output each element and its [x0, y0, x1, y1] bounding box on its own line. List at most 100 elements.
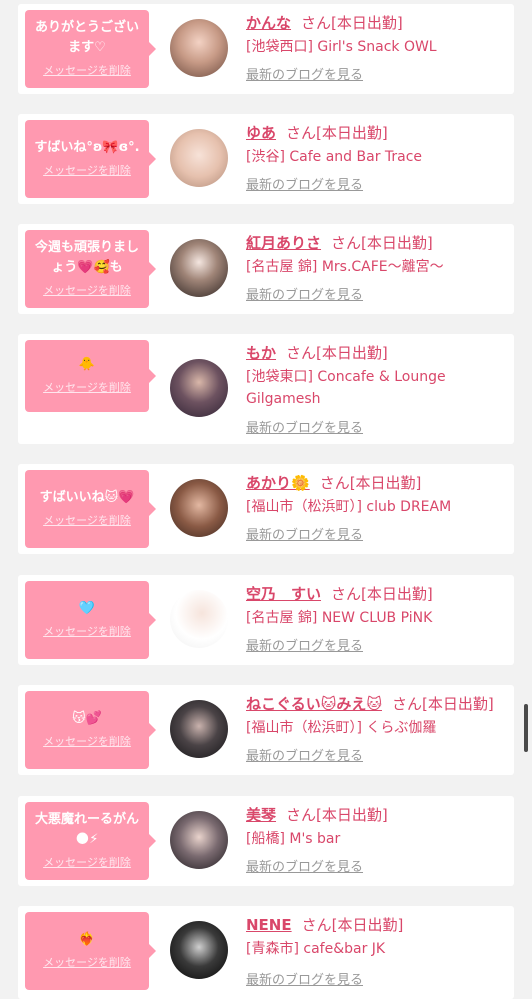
latest-blog-link[interactable]: 最新のブログを見る	[246, 287, 363, 305]
cast-name-link[interactable]: かんな	[246, 14, 291, 32]
message-text: 🩵	[78, 601, 96, 616]
latest-blog-link[interactable]: 最新のブログを見る	[246, 67, 363, 85]
message-card: 😽💕 メッセージを削除 ねこぐるい🐱みえ🐱 さん[本日出勤] [福山市（松浜町）]…	[18, 685, 514, 775]
san-label: さん	[331, 585, 362, 603]
message-bubble: ありがとうございます♡ メッセージを削除	[25, 10, 156, 88]
cast-info: ねこぐるい🐱みえ🐱 さん[本日出勤] [福山市（松浜町）] くらぶ伽羅	[246, 693, 506, 739]
cast-info: 美琴 さん[本日出勤] [船橋] M's bar	[246, 804, 506, 850]
cast-name-link[interactable]: もか	[246, 344, 276, 362]
cast-name-link[interactable]: あかり🌼	[246, 474, 310, 492]
message-bubble: 🩵 メッセージを削除	[25, 581, 156, 659]
status-label: [本日出勤]	[422, 695, 494, 713]
latest-blog-link[interactable]: 最新のブログを見る	[246, 177, 363, 195]
status-label: [本日出勤]	[331, 916, 404, 934]
cast-name-link[interactable]: NENE	[246, 916, 292, 934]
status-label: [本日出勤]	[316, 344, 388, 362]
delete-message-link[interactable]: メッセージを削除	[43, 735, 131, 749]
message-card: 今週も頑張りましょう💗🥰も メッセージを削除 紅月ありさ さん[本日出勤] [名古…	[18, 224, 514, 314]
delete-message-link[interactable]: メッセージを削除	[43, 64, 131, 78]
shop-text: [名古屋 錦] NEW CLUB PiNK	[246, 610, 433, 626]
status-label: [本日出勤]	[349, 474, 422, 492]
message-card: すばいいね🐱💗 メッセージを削除 あかり🌼 さん[本日出勤] [福山市（松浜町）]…	[18, 464, 514, 554]
delete-message-link[interactable]: メッセージを削除	[43, 856, 131, 870]
cast-info: NENE さん[本日出勤] [青森市] cafe&bar JK	[246, 914, 506, 960]
shop-text: [池袋西口] Girl's Snack OWL	[246, 39, 437, 55]
delete-message-link[interactable]: メッセージを削除	[43, 381, 131, 395]
message-card: 大悪魔れーるがん🌑⚡ メッセージを削除 美琴 さん[本日出勤] [船橋] M's …	[18, 796, 514, 886]
san-label: さん	[301, 14, 332, 32]
shop-text: [青森市] cafe&bar JK	[246, 941, 386, 957]
san-label: さん	[286, 806, 317, 824]
message-bubble: ❤️‍🔥 メッセージを削除	[25, 912, 156, 990]
shop-text: [渋谷] Cafe and Bar Trace	[246, 149, 423, 165]
avatar[interactable]	[170, 811, 228, 869]
message-card: ❤️‍🔥 メッセージを削除 NENE さん[本日出勤] [青森市] cafe&ba…	[18, 906, 514, 999]
avatar[interactable]	[170, 479, 228, 537]
status-label: [本日出勤]	[361, 585, 433, 603]
san-label: さん	[331, 234, 362, 252]
message-card: 🐥 メッセージを削除 もか さん[本日出勤] [池袋東口] Concafe & L…	[18, 334, 514, 444]
san-label: さん	[391, 695, 422, 713]
avatar[interactable]	[170, 359, 228, 417]
delete-message-link[interactable]: メッセージを削除	[43, 164, 131, 178]
message-text: 大悪魔れーるがん🌑⚡	[34, 812, 139, 847]
shop-text: [船橋] M's bar	[246, 831, 341, 847]
latest-blog-link[interactable]: 最新のブログを見る	[246, 420, 363, 438]
latest-blog-link[interactable]: 最新のブログを見る	[246, 638, 363, 656]
shop-text: [名古屋 錦] Mrs.CAFE～離宮～	[246, 259, 444, 275]
shop-text: [福山市（松浜町）] club DREAM	[246, 499, 452, 515]
status-label: [本日出勤]	[361, 234, 433, 252]
san-label: さん	[319, 474, 350, 492]
cast-info: あかり🌼 さん[本日出勤] [福山市（松浜町）] club DREAM	[246, 472, 506, 518]
latest-blog-link[interactable]: 最新のブログを見る	[246, 748, 363, 766]
avatar[interactable]	[170, 129, 228, 187]
message-card: すばいね°ʚ🎀ɞ°. メッセージを削除 ゆあ さん[本日出勤] [渋谷] Cafe…	[18, 114, 514, 204]
message-text: すばいね°ʚ🎀ɞ°.	[34, 140, 140, 155]
cast-name-link[interactable]: 空乃 すい	[246, 585, 321, 603]
message-text: 🐥	[78, 357, 96, 372]
message-text: すばいいね🐱💗	[39, 490, 135, 505]
scrollbar[interactable]	[524, 704, 528, 752]
cast-info: 空乃 すい さん[本日出勤] [名古屋 錦] NEW CLUB PiNK	[246, 583, 506, 629]
cast-info: ゆあ さん[本日出勤] [渋谷] Cafe and Bar Trace	[246, 122, 506, 168]
message-bubble: 😽💕 メッセージを削除	[25, 691, 156, 769]
message-text: 今週も頑張りましょう💗🥰も	[34, 240, 139, 275]
shop-text: [池袋東口] Concafe & Lounge Gilgamesh	[246, 369, 446, 407]
delete-message-link[interactable]: メッセージを削除	[43, 284, 131, 298]
status-label: [本日出勤]	[316, 806, 388, 824]
message-bubble: すばいね°ʚ🎀ɞ°. メッセージを削除	[25, 120, 156, 198]
message-card: ありがとうございます♡ メッセージを削除 かんな さん[本日出勤] [池袋西口] …	[18, 4, 514, 94]
cast-name-link[interactable]: ねこぐるい🐱みえ🐱	[246, 695, 382, 713]
cast-info: 紅月ありさ さん[本日出勤] [名古屋 錦] Mrs.CAFE～離宮～	[246, 232, 506, 278]
cast-info: もか さん[本日出勤] [池袋東口] Concafe & Lounge Gilga…	[246, 342, 506, 410]
cast-name-link[interactable]: ゆあ	[246, 124, 276, 142]
message-text: ❤️‍🔥	[78, 932, 96, 947]
message-text: ありがとうございます♡	[34, 20, 139, 55]
shop-text: [福山市（松浜町）] くらぶ伽羅	[246, 720, 437, 736]
cast-info: かんな さん[本日出勤] [池袋西口] Girl's Snack OWL	[246, 12, 506, 58]
message-card: 🩵 メッセージを削除 空乃 すい さん[本日出勤] [名古屋 錦] NEW CLU…	[18, 575, 514, 665]
avatar[interactable]	[170, 239, 228, 297]
cast-name-link[interactable]: 美琴	[246, 806, 276, 824]
delete-message-link[interactable]: メッセージを削除	[43, 625, 131, 639]
message-bubble: すばいいね🐱💗 メッセージを削除	[25, 470, 156, 548]
avatar[interactable]	[170, 700, 228, 758]
delete-message-link[interactable]: メッセージを削除	[43, 514, 131, 528]
avatar[interactable]	[170, 19, 228, 77]
status-label: [本日出勤]	[331, 14, 403, 32]
avatar[interactable]	[170, 590, 228, 648]
message-bubble: 大悪魔れーるがん🌑⚡ メッセージを削除	[25, 802, 156, 880]
message-text: 😽💕	[72, 711, 102, 726]
message-bubble: 🐥 メッセージを削除	[25, 340, 156, 412]
message-bubble: 今週も頑張りましょう💗🥰も メッセージを削除	[25, 230, 156, 308]
avatar[interactable]	[170, 921, 228, 979]
san-label: さん	[286, 344, 317, 362]
latest-blog-link[interactable]: 最新のブログを見る	[246, 527, 363, 545]
delete-message-link[interactable]: メッセージを削除	[43, 956, 131, 970]
status-label: [本日出勤]	[316, 124, 388, 142]
cast-name-link[interactable]: 紅月ありさ	[246, 234, 321, 252]
san-label: さん	[286, 124, 317, 142]
latest-blog-link[interactable]: 最新のブログを見る	[246, 972, 363, 990]
latest-blog-link[interactable]: 最新のブログを見る	[246, 859, 363, 877]
san-label: さん	[301, 916, 332, 934]
